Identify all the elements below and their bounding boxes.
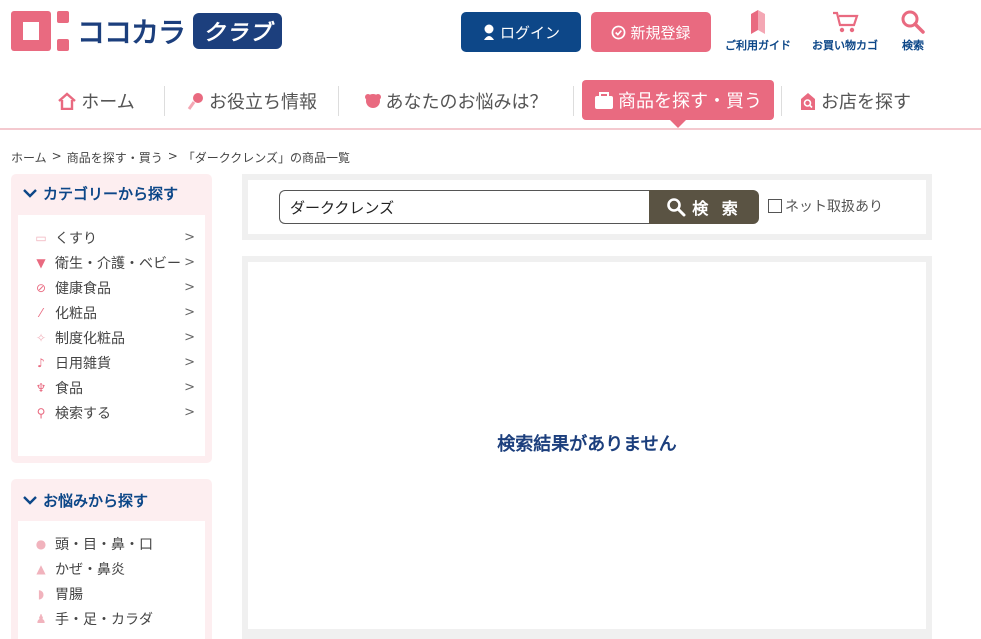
home-icon xyxy=(58,92,77,110)
nav-item-worry[interactable]: あなたのお悩みは？ xyxy=(348,82,563,120)
register-label: 新規登録 xyxy=(630,23,691,42)
login-label: ログイン xyxy=(499,23,560,42)
body-icon: ♟ xyxy=(35,611,47,626)
header-search-link[interactable]: 検索 xyxy=(900,10,926,53)
worry-item-stomach[interactable]: ◗ 胃腸 xyxy=(33,581,205,606)
worry-icon xyxy=(364,94,381,108)
premium-cosmetics-icon: ✧ xyxy=(35,330,47,345)
check-circle-icon xyxy=(612,25,626,39)
guide-link[interactable]: ご利用ガイド xyxy=(725,10,791,53)
chevron-down-icon xyxy=(23,496,37,505)
guide-label: ご利用ガイド xyxy=(725,39,791,52)
category-item-household[interactable]: ♪ 日用雑貨 > xyxy=(33,350,205,375)
site-logo[interactable]: ココカラ クラブ xyxy=(11,10,283,52)
category-item-medicine[interactable]: ▭ くすり > xyxy=(33,225,205,250)
breadcrumb-separator: > xyxy=(167,149,178,163)
cold-icon: ▲ xyxy=(36,561,46,576)
stomach-icon: ◗ xyxy=(37,586,45,601)
logo-badge: クラブ xyxy=(193,13,283,49)
search-input[interactable] xyxy=(279,190,651,224)
category-item-cosmetics[interactable]: ⁄ 化粧品 > xyxy=(33,300,205,325)
no-results-message: 検索結果がありません xyxy=(497,434,677,455)
chevron-right-icon: > xyxy=(184,230,195,245)
search-icon xyxy=(667,198,686,217)
category-panel-header[interactable]: カテゴリーから探す xyxy=(11,174,212,212)
chevron-right-icon: > xyxy=(184,330,195,345)
worry-panel: お悩みから探す ● 頭・目・鼻・口 ▲ かぜ・鼻炎 ◗ 胃腸 ♟ 手・足・カラダ xyxy=(11,479,212,639)
medicine-box-icon: ▭ xyxy=(35,230,47,245)
register-button[interactable]: 新規登録 xyxy=(591,12,711,52)
net-available-label: ネット取扱あり xyxy=(785,199,883,215)
category-item-premium-cosmetics[interactable]: ✧ 制度化粧品 > xyxy=(33,325,205,350)
chevron-down-icon xyxy=(23,189,37,198)
chevron-right-icon: > xyxy=(184,355,195,370)
search-icon: ⚲ xyxy=(36,405,46,420)
logo-mark-icon xyxy=(11,11,69,51)
nav-item-info[interactable]: お役立ち情報 xyxy=(172,82,332,120)
household-icon: ♪ xyxy=(37,355,45,370)
bag-icon xyxy=(595,92,613,109)
global-nav: ホーム お役立ち情報 あなたのお悩みは？ 商品を探す・買う お店を探す xyxy=(0,70,981,130)
login-button[interactable]: ログイン xyxy=(461,12,581,52)
worry-panel-header[interactable]: お悩みから探す xyxy=(11,479,212,521)
guide-icon xyxy=(751,10,765,34)
worry-item-head[interactable]: ● 頭・目・鼻・口 xyxy=(33,531,205,556)
category-panel: カテゴリーから探す ▭ くすり > ▼ 衛生・介護・ベビー > ⊘ 健康食品 > ⁄ 化粧品 >… xyxy=(11,174,212,463)
category-item-search[interactable]: ⚲ 検索する > xyxy=(33,400,205,425)
site-header: ココカラ クラブ ログイン 新規登録 ご利用ガイド お買い物カゴ 検索 xyxy=(0,0,981,70)
chevron-right-icon: > xyxy=(184,305,195,320)
cart-link[interactable]: お買い物カゴ xyxy=(812,10,878,53)
chevron-right-icon: > xyxy=(184,405,195,420)
user-icon xyxy=(483,24,494,40)
search-button[interactable]: 検 索 xyxy=(649,190,759,224)
breadcrumb: ホーム > 商品を探す・買う > 「ダーククレンズ」の商品一覧 xyxy=(11,149,350,166)
search-icon xyxy=(901,10,925,34)
diaper-icon: ▼ xyxy=(36,255,46,270)
chevron-right-icon: > xyxy=(184,255,195,270)
cosmetics-icon: ⁄ xyxy=(39,305,42,320)
head-icon: ● xyxy=(35,536,47,551)
cart-icon xyxy=(833,11,859,33)
category-item-health-food[interactable]: ⊘ 健康食品 > xyxy=(33,275,205,300)
store-icon xyxy=(801,93,815,110)
breadcrumb-products[interactable]: 商品を探す・買う xyxy=(67,149,163,166)
search-label: 検索 xyxy=(902,39,924,52)
logo-text: ココカラ xyxy=(77,16,186,49)
nav-item-products[interactable]: 商品を探す・買う xyxy=(582,80,774,128)
cart-label: お買い物カゴ xyxy=(812,39,878,52)
breadcrumb-current: 「ダーククレンズ」の商品一覧 xyxy=(182,151,351,165)
net-available-checkbox[interactable]: ネット取扱あり xyxy=(768,196,883,216)
category-list: ▭ くすり > ▼ 衛生・介護・ベビー > ⊘ 健康食品 > ⁄ 化粧品 > ✧ 制度化粧品 > ♪… xyxy=(18,215,205,425)
category-item-hygiene[interactable]: ▼ 衛生・介護・ベビー > xyxy=(33,250,205,275)
worry-item-body[interactable]: ♟ 手・足・カラダ xyxy=(33,606,205,631)
checkbox-box[interactable] xyxy=(768,199,782,213)
chevron-right-icon: > xyxy=(184,380,195,395)
worry-item-cold[interactable]: ▲ かぜ・鼻炎 xyxy=(33,556,205,581)
category-item-food[interactable]: ♆ 食品 > xyxy=(33,375,205,400)
nav-item-store[interactable]: お店を探す xyxy=(790,82,920,120)
breadcrumb-separator: > xyxy=(51,149,62,163)
supplement-icon: ⊘ xyxy=(35,280,47,295)
breadcrumb-home[interactable]: ホーム xyxy=(11,149,47,166)
nav-item-home[interactable]: ホーム xyxy=(36,82,156,120)
food-icon: ♆ xyxy=(35,380,47,395)
info-icon xyxy=(187,93,203,110)
chevron-right-icon: > xyxy=(184,280,195,295)
worry-list: ● 頭・目・鼻・口 ▲ かぜ・鼻炎 ◗ 胃腸 ♟ 手・足・カラダ xyxy=(18,521,205,631)
